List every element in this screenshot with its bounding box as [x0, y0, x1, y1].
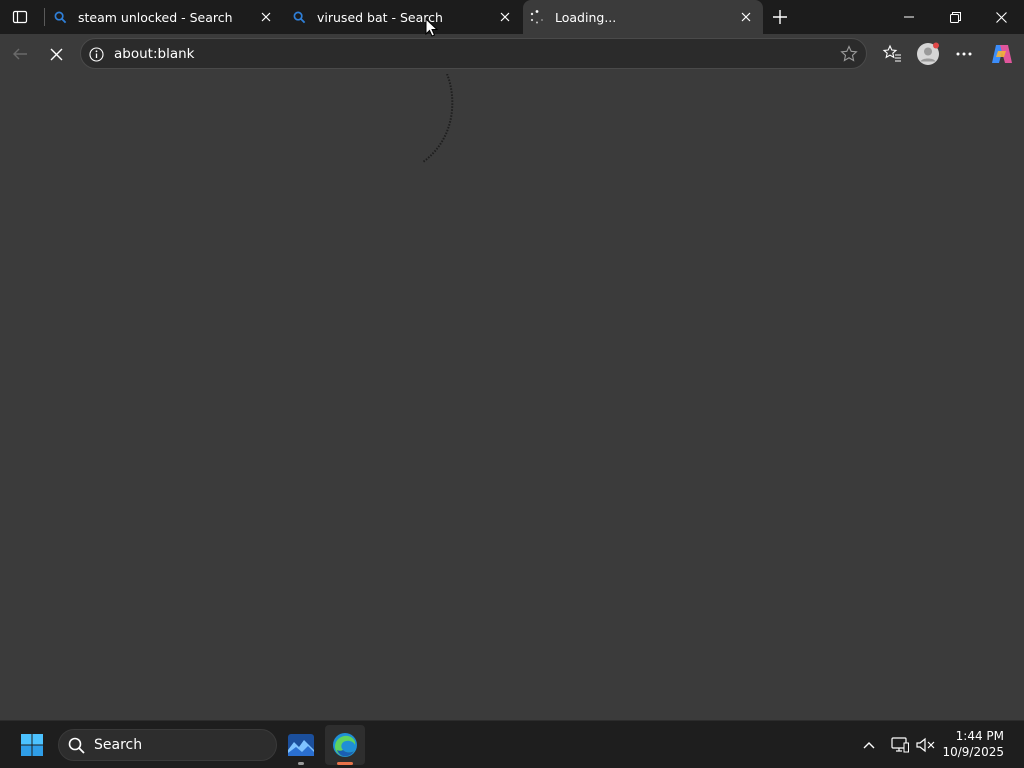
tab-title: steam unlocked - Search	[78, 9, 233, 25]
site-info-icon[interactable]	[88, 46, 104, 62]
tab-loading[interactable]: Loading...	[523, 0, 763, 34]
ellipsis-icon	[956, 52, 972, 56]
system-clock[interactable]: 1:44 PM 10/9/2025	[942, 728, 1004, 760]
clock-date: 10/9/2025	[942, 745, 1004, 759]
tab-separator	[44, 8, 45, 26]
close-icon[interactable]	[257, 8, 275, 26]
stop-icon	[50, 48, 62, 60]
restore-button[interactable]	[932, 0, 978, 34]
search-icon	[68, 737, 85, 754]
taskbar-search-box[interactable]: Search	[58, 729, 277, 761]
address-bar[interactable]: about:blank	[80, 38, 867, 69]
taskbar: Search 1:44 PM 10/9/2025	[0, 720, 1024, 768]
back-button[interactable]	[4, 38, 36, 70]
close-icon[interactable]	[737, 8, 755, 26]
favorites-icon	[882, 44, 901, 62]
edge-app-button[interactable]	[325, 725, 365, 765]
windows-logo-icon	[21, 734, 43, 756]
url-text[interactable]: about:blank	[114, 46, 194, 62]
page-content	[0, 74, 1024, 720]
close-window-button[interactable]	[978, 0, 1024, 34]
tab-actions-icon	[12, 10, 28, 24]
volume-muted-button[interactable]	[916, 735, 936, 755]
widgets-app-button[interactable]	[281, 725, 321, 765]
stop-loading-button[interactable]	[40, 38, 72, 70]
app-active-indicator	[337, 762, 353, 765]
copilot-button[interactable]	[988, 40, 1016, 68]
minimize-icon	[904, 16, 914, 18]
favorite-star-icon[interactable]	[840, 45, 858, 63]
widgets-icon	[288, 734, 314, 756]
edge-browser-icon	[333, 733, 357, 757]
more-options-button[interactable]	[950, 40, 978, 68]
tab-strip: steam unlocked - Search virused bat - Se…	[0, 0, 1024, 34]
close-icon[interactable]	[496, 8, 514, 26]
clock-time: 1:44 PM	[955, 729, 1004, 743]
start-button[interactable]	[12, 727, 52, 763]
network-icon	[891, 737, 909, 753]
network-status-button[interactable]	[890, 735, 910, 755]
loading-spinner-icon	[529, 9, 545, 25]
copilot-icon	[992, 45, 1012, 63]
plus-icon	[773, 10, 787, 24]
tab-actions-button[interactable]	[6, 4, 34, 30]
profile-button[interactable]	[914, 40, 942, 68]
tab-title: virused bat - Search	[317, 9, 443, 25]
chevron-up-icon	[863, 742, 875, 749]
close-icon	[995, 11, 1007, 23]
browser-toolbar: about:blank	[0, 34, 1024, 74]
taskbar-search-label: Search	[94, 737, 143, 753]
volume-muted-icon	[916, 737, 935, 753]
search-icon	[52, 9, 68, 25]
tab-virused-bat[interactable]: virused bat - Search	[285, 0, 522, 34]
tab-title: Loading...	[555, 9, 617, 25]
restore-icon	[949, 11, 961, 23]
search-icon	[291, 9, 307, 25]
mouse-cursor-icon	[425, 18, 438, 37]
favorites-button[interactable]	[878, 40, 906, 68]
show-hidden-icons-button[interactable]	[859, 735, 879, 755]
minimize-button[interactable]	[886, 0, 932, 34]
new-tab-button[interactable]	[766, 4, 794, 30]
back-arrow-icon	[13, 48, 27, 60]
tab-steam-unlocked[interactable]: steam unlocked - Search	[46, 0, 283, 34]
avatar	[917, 42, 939, 65]
loading-spinner-arc	[422, 74, 454, 163]
app-running-indicator	[298, 762, 304, 765]
